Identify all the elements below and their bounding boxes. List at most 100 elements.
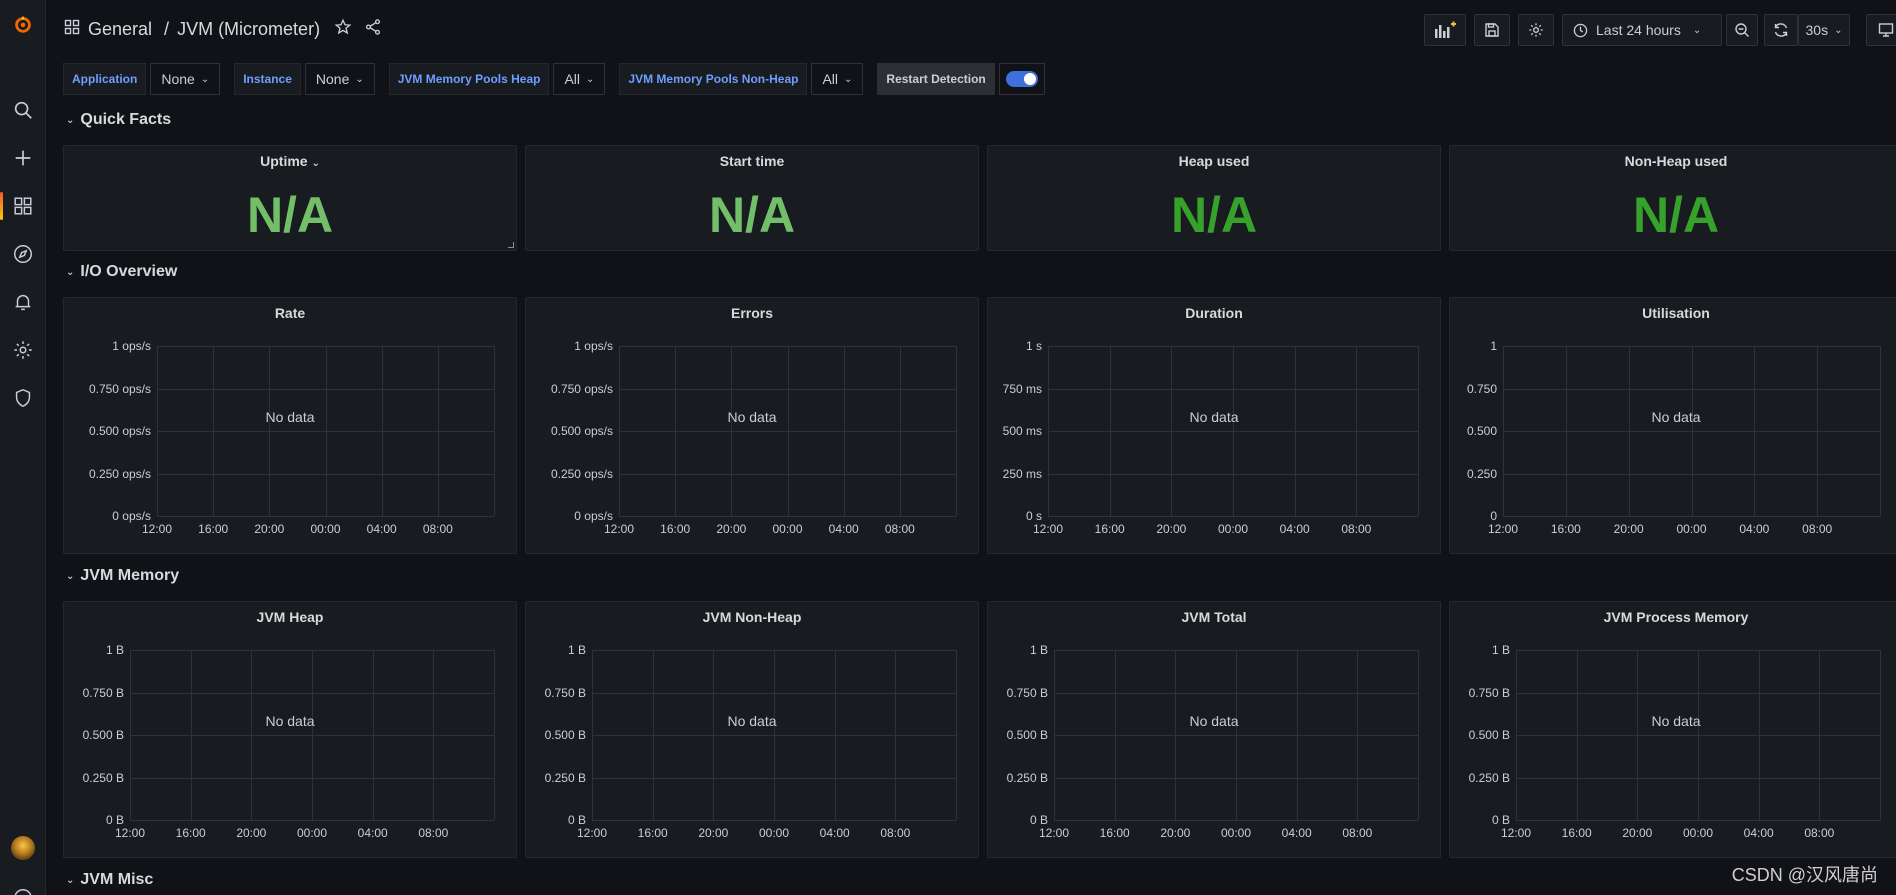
panel-title[interactable]: Errors [526,305,978,321]
refresh-interval-picker[interactable]: 30s ⌄ [1798,14,1850,46]
x-tick-label: 20:00 [1160,826,1191,840]
explore-compass-icon[interactable] [0,234,46,274]
panel-title[interactable]: JVM Non-Heap [526,609,978,625]
refresh-icon [1774,23,1788,37]
row-io-overview[interactable]: ⌄ I/O Overview [66,263,177,281]
panel-title[interactable]: JVM Process Memory [1450,609,1896,625]
search-icon[interactable] [0,90,46,130]
graph-panel[interactable]: JVM Process Memory 1 B 0.750 B 0.500 B 0.250… [1449,601,1896,858]
dashboard-title[interactable]: JVM (Micrometer) [177,19,320,40]
x-tick-label: 12:00 [576,826,608,840]
no-data-message: No data [1651,712,1701,729]
tv-mode-button[interactable] [1866,14,1896,46]
dashboard-navbar: General / JVM (Micrometer) Last 24 hours… [46,0,1896,62]
star-icon[interactable] [334,18,352,41]
gridline [157,516,494,517]
variable-value: None [315,71,350,87]
variable-select-instance[interactable]: None ⌄ [304,63,375,95]
variable-select-memory-pools-heap[interactable]: All ⌄ [553,63,606,95]
gridline [592,820,956,821]
y-tick-label: 0 B [1491,813,1510,827]
x-tick-label: 12:00 [1500,826,1532,840]
time-range-picker[interactable]: Last 24 hours ⌄ [1562,14,1722,46]
panel-title[interactable]: Rate [64,305,516,321]
toggle-switch[interactable] [1005,71,1038,87]
restart-detection-toggle[interactable] [998,63,1045,95]
gridline [1048,346,1049,516]
x-tick-label: 20:00 [1156,522,1187,536]
dashboard-settings-button[interactable] [1518,14,1554,46]
chevron-down-icon: ⌄ [200,73,210,85]
zoom-out-button[interactable] [1726,14,1758,46]
y-tick-label: 1 B [1491,643,1510,657]
grafana-logo-icon[interactable] [0,4,46,44]
help-icon[interactable] [0,878,46,895]
refresh-button[interactable] [1764,14,1798,46]
variable-select-application[interactable]: None ⌄ [150,63,221,95]
variable-value: None [161,71,195,87]
graph-panel[interactable]: Errors 1 ops/s 0.750 ops/s 0.500 ops/s 0.250… [525,297,979,554]
stat-panel-heap-used[interactable]: Heap used N/A [987,145,1441,251]
stat-panel-start-time[interactable]: Start time N/A [525,145,979,251]
gridline [787,346,789,516]
gridline [1698,650,1699,820]
variable-label-application: Application [63,63,147,95]
gridline [381,346,383,516]
y-tick-label: 0 B [105,813,124,827]
graph-panel[interactable]: Rate 1 ops/s 0.750 ops/s 0.500 ops/s 0.250 o… [63,297,517,554]
save-dashboard-button[interactable] [1474,14,1510,46]
graph-panel[interactable]: Duration 1 s 750 ms 500 ms 250 ms 0 s 12:00 16:… [987,297,1441,554]
panel-title[interactable]: Utilisation [1450,305,1896,321]
x-tick-label: 20:00 [1613,522,1644,536]
row-jvm-memory[interactable]: ⌄ JVM Memory [66,567,179,585]
stat-panel-uptime[interactable]: Uptime ⌄ N/A [63,145,517,251]
gridline [1880,346,1881,516]
dashboards-icon[interactable] [0,186,46,226]
panel-resize-handle[interactable] [508,242,514,248]
configuration-gear-icon[interactable] [0,330,46,370]
panel-title[interactable]: JVM Heap [64,609,516,625]
x-tick-label: 04:00 [1739,522,1770,536]
x-tick-label: 08:00 [1341,522,1372,536]
panel-title[interactable]: Duration [988,305,1440,321]
gridline [1880,650,1881,820]
y-tick-label: 0.750 ops/s [88,381,151,396]
x-tick-label: 08:00 [418,826,449,840]
stat-panel-non-heap-used[interactable]: Non-Heap used N/A [1449,145,1896,251]
graph-panel[interactable]: Utilisation 1 0.750 0.500 0.250 0 12:00 16:00 20… [1449,297,1896,554]
row-jvm-misc[interactable]: ⌄ JVM Misc [66,871,153,889]
y-tick-label: 0.500 B [544,728,586,742]
x-tick-label: 00:00 [1676,522,1707,536]
panel-title[interactable]: Heap used [988,153,1440,169]
graph-panel[interactable]: JVM Total 1 B 0.750 B 0.500 B 0.250 B 0 B 12:0… [987,601,1441,858]
x-tick-label: 04:00 [819,826,850,840]
create-plus-icon[interactable] [0,138,46,178]
row-quick-facts[interactable]: ⌄ Quick Facts [66,111,171,129]
template-variables: Application None ⌄ Instance None ⌄ JVM M… [63,63,1045,95]
y-tick-label: 0.500 B [1468,728,1510,742]
share-icon[interactable] [364,18,382,41]
gridline [1418,650,1419,820]
gridline [1754,346,1756,516]
add-panel-button[interactable] [1424,14,1466,46]
variable-value: All [822,71,839,87]
breadcrumb-folder[interactable]: General [88,19,152,40]
chevron-down-icon: ⌄ [1834,24,1843,36]
alerting-bell-icon[interactable] [0,282,46,322]
gridline [1294,346,1296,516]
panel-title[interactable]: JVM Total [988,609,1440,625]
panel-title[interactable]: Uptime ⌄ [64,153,516,169]
user-avatar[interactable] [11,836,35,860]
y-tick-label: 0.500 [1466,424,1497,438]
panel-title[interactable]: Non-Heap used [1450,153,1896,169]
variable-select-memory-pools-non-heap[interactable]: All ⌄ [811,63,864,95]
graph-panel[interactable]: JVM Non-Heap 1 B 0.750 B 0.500 B 0.250 B0 B1… [525,601,979,858]
chevron-down-icon: ⌄ [66,114,75,126]
y-tick-label: 500 ms [1002,424,1042,438]
stat-value: N/A [1632,187,1720,243]
x-tick-label: 08:00 [884,522,915,536]
panel-title[interactable]: Start time [526,153,978,169]
server-admin-shield-icon[interactable] [0,378,46,418]
graph-panel[interactable]: JVM Heap 1 B 0.750 B 0.500 B 0.250 B 0 B 12:00… [63,601,517,858]
y-tick-label: 0.750 B [82,685,124,700]
